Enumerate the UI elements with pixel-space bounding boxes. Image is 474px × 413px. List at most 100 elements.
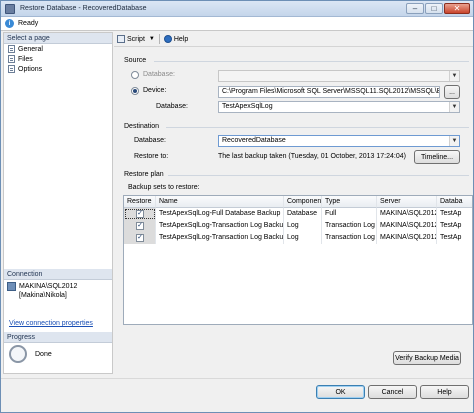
- database-icon: [5, 3, 15, 14]
- restore-cell[interactable]: ✓: [124, 220, 156, 232]
- connection-info: MAKINA\SQL2012 [Makina\Nikola]: [7, 282, 77, 300]
- server-cell: MAKINA\SQL2012: [377, 208, 437, 220]
- page-options[interactable]: Options: [4, 64, 112, 74]
- restore-checkbox[interactable]: ✓: [136, 210, 144, 218]
- name-cell: TestApexSqlLog-Full Database Backup: [156, 208, 284, 220]
- page-general-label: General: [18, 45, 43, 53]
- select-page-header: Select a page: [4, 33, 112, 44]
- chevron-down-icon: ▼: [449, 71, 459, 81]
- server-cell: MAKINA\SQL2012: [377, 232, 437, 244]
- component-cell: Log: [284, 220, 322, 232]
- column-header-name[interactable]: Name: [156, 196, 284, 208]
- toolbar: Script ▼ Help: [114, 32, 473, 47]
- connection-user: [Makina\Nikola]: [19, 292, 67, 299]
- verify-backup-media-button[interactable]: Verify Backup Media: [393, 351, 461, 365]
- script-icon: [117, 35, 125, 43]
- help-button[interactable]: Help: [420, 385, 469, 399]
- page-icon: [8, 45, 15, 53]
- restore-plan-section-title: Restore plan: [124, 171, 164, 178]
- component-cell: Log: [284, 232, 322, 244]
- page-options-label: Options: [18, 65, 43, 73]
- progress-info: Done: [9, 345, 52, 363]
- footer-divider: [1, 378, 473, 379]
- chevron-down-icon: ▼: [449, 136, 459, 146]
- table-row[interactable]: ✓ TestApexSqlLog-Transaction Log Backup …: [124, 232, 472, 244]
- status-text: Ready: [18, 20, 39, 27]
- close-button[interactable]: ✕: [444, 3, 470, 14]
- destination-database-label: Database:: [134, 137, 166, 144]
- maximize-button[interactable]: □: [425, 3, 443, 14]
- source-database-select[interactable]: TestApexSqlLog ▼: [218, 101, 460, 113]
- connection-server: MAKINA\SQL2012: [19, 283, 78, 290]
- destination-database-value: RecoveredDatabase: [222, 137, 286, 144]
- restore-plan-divider: [168, 175, 469, 176]
- page-icon: [8, 55, 15, 63]
- restore-database-dialog: Restore Database - RecoveredDatabase – □…: [0, 0, 474, 413]
- page-general[interactable]: General: [4, 44, 112, 54]
- ok-button[interactable]: OK: [316, 385, 365, 399]
- server-cell: MAKINA\SQL2012: [377, 220, 437, 232]
- view-connection-properties-link[interactable]: View connection properties: [9, 320, 93, 327]
- browse-button[interactable]: ...: [444, 85, 460, 99]
- timeline-button[interactable]: Timeline...: [414, 150, 460, 164]
- restore-checkbox[interactable]: ✓: [136, 234, 144, 242]
- device-radio[interactable]: [131, 87, 139, 95]
- toolbar-separator: [158, 34, 160, 44]
- column-header-server[interactable]: Server: [377, 196, 437, 208]
- destination-divider: [166, 127, 469, 128]
- source-divider: [154, 61, 469, 62]
- name-cell: TestApexSqlLog-Transaction Log Backup: [156, 232, 284, 244]
- page-icon: [8, 65, 15, 73]
- page-files[interactable]: Files: [4, 54, 112, 64]
- restore-checkbox[interactable]: ✓: [136, 222, 144, 230]
- minimize-button[interactable]: –: [406, 3, 424, 14]
- source-database-label: Database:: [156, 103, 188, 110]
- left-panel: Select a page General Files Options Conn…: [3, 32, 113, 374]
- window-controls: – □ ✕: [406, 3, 470, 14]
- type-cell: Transaction Log: [322, 220, 377, 232]
- destination-section-title: Destination: [124, 123, 160, 130]
- script-dropdown-icon[interactable]: ▼: [149, 36, 155, 42]
- database-radio[interactable]: [131, 71, 139, 79]
- connection-header: Connection: [4, 269, 112, 280]
- column-header-restore[interactable]: Restore: [124, 196, 156, 208]
- database-cell: TestAp: [437, 208, 472, 220]
- backup-sets-table: Restore Name Component Type Server Datab…: [123, 195, 473, 325]
- database-cell: TestAp: [437, 220, 472, 232]
- destination-database-select[interactable]: RecoveredDatabase ▼: [218, 135, 460, 147]
- source-database-radio-label: Database:: [143, 71, 175, 78]
- title-bar: Restore Database - RecoveredDatabase – □…: [1, 1, 473, 17]
- restore-to-label: Restore to:: [134, 153, 169, 160]
- progress-header: Progress: [4, 332, 112, 343]
- name-cell: TestApexSqlLog-Transaction Log Backup: [156, 220, 284, 232]
- source-database-value: TestApexSqlLog: [222, 103, 273, 110]
- page-files-label: Files: [18, 55, 33, 63]
- column-header-database[interactable]: Databa: [437, 196, 472, 208]
- cancel-button[interactable]: Cancel: [368, 385, 417, 399]
- source-section-title: Source: [124, 57, 147, 64]
- table-header: Restore Name Component Type Server Datab…: [124, 196, 472, 208]
- status-bar: i Ready: [1, 17, 473, 31]
- table-row[interactable]: ✓ TestApexSqlLog-Transaction Log Backup …: [124, 220, 472, 232]
- help-icon: [163, 35, 172, 43]
- type-cell: Full: [322, 208, 377, 220]
- restore-to-value: The last backup taken (Tuesday, 01 Octob…: [218, 153, 406, 160]
- help-toolbar-button[interactable]: Help: [174, 36, 188, 43]
- server-icon: [7, 282, 16, 291]
- restore-cell[interactable]: ✓: [124, 208, 156, 220]
- table-row[interactable]: ✓ TestApexSqlLog-Full Database Backup Da…: [124, 208, 472, 220]
- type-cell: Transaction Log: [322, 232, 377, 244]
- script-button[interactable]: Script: [127, 36, 145, 43]
- chevron-down-icon: ▼: [449, 102, 459, 112]
- progress-status: Done: [35, 350, 52, 358]
- column-header-component[interactable]: Component: [284, 196, 322, 208]
- window-title: Restore Database - RecoveredDatabase: [20, 5, 147, 12]
- device-radio-label: Device:: [143, 87, 167, 94]
- component-cell: Database: [284, 208, 322, 220]
- column-header-type[interactable]: Type: [322, 196, 377, 208]
- database-cell: TestAp: [437, 232, 472, 244]
- device-path-field[interactable]: C:\Program Files\Microsoft SQL Server\MS…: [218, 86, 440, 98]
- backup-sets-label: Backup sets to restore:: [128, 184, 200, 191]
- restore-cell[interactable]: ✓: [124, 232, 156, 244]
- info-icon: i: [5, 19, 14, 28]
